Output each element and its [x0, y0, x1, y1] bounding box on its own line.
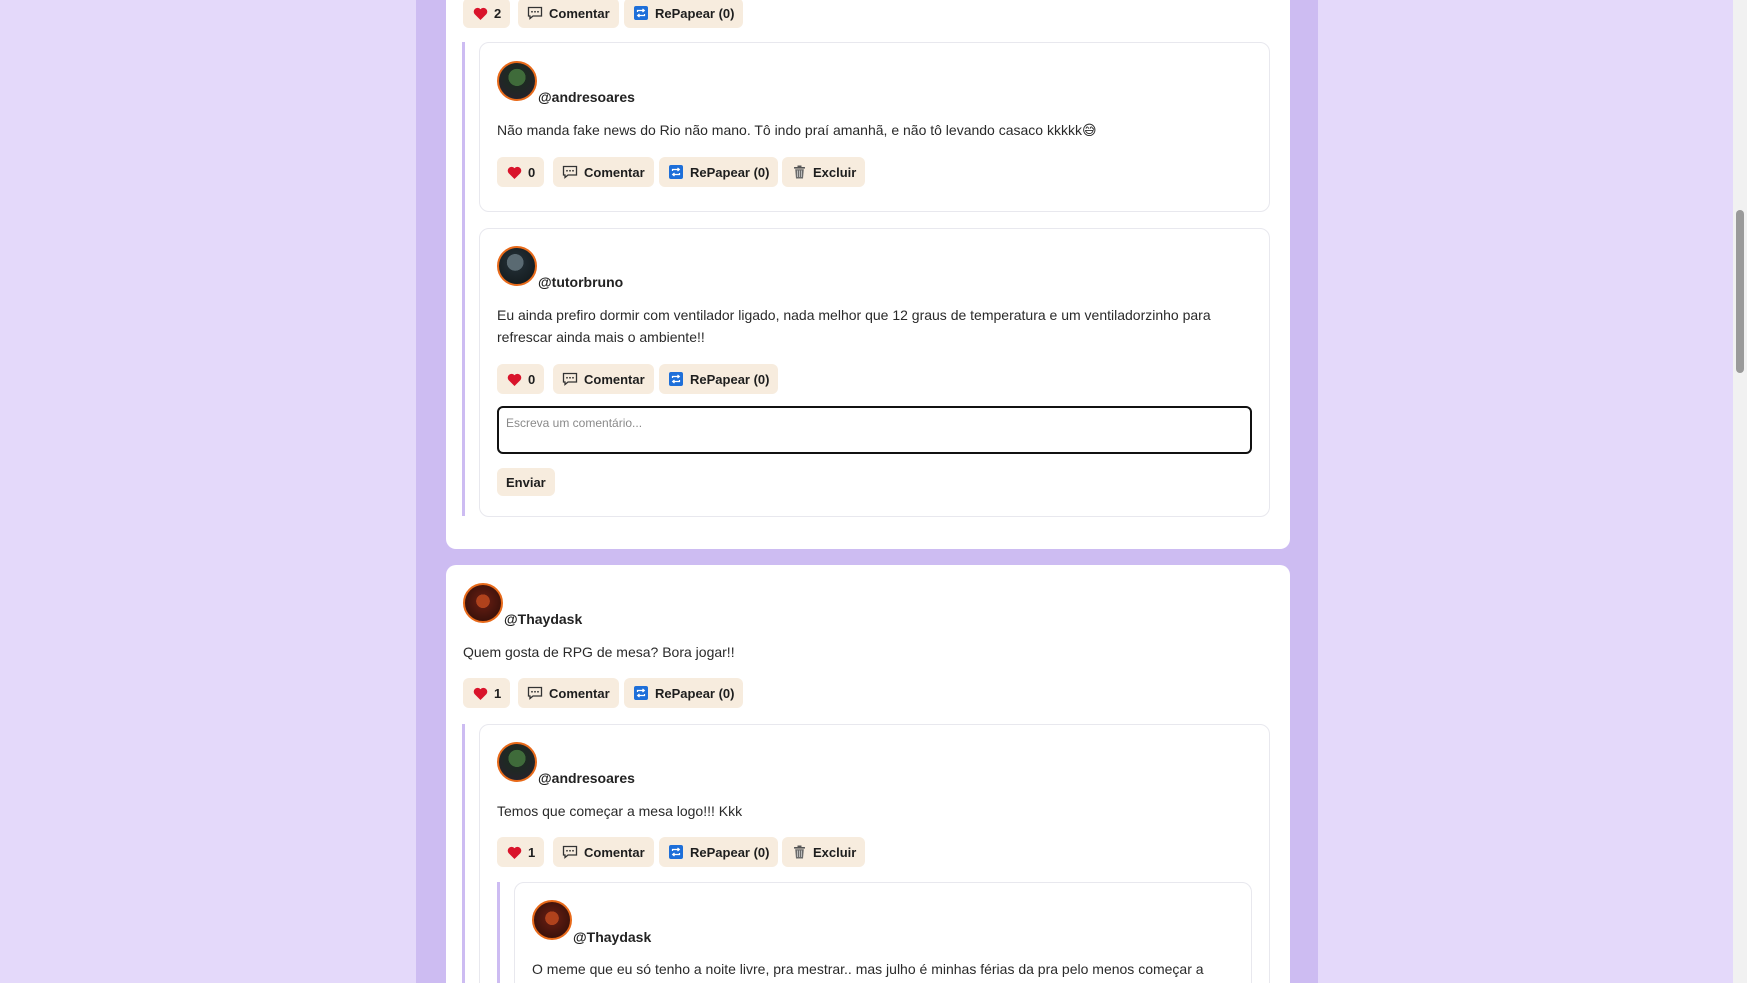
heart-icon	[472, 686, 488, 700]
comment-button[interactable]: Comentar	[518, 0, 619, 28]
trash-icon	[791, 845, 807, 859]
repaper-button[interactable]: RePapear (0)	[659, 837, 779, 867]
nested-reply-text: O meme que eu só tenho a noite livre, pr…	[532, 961, 1204, 977]
like-count: 0	[528, 164, 536, 180]
like-button[interactable]: 1	[497, 837, 545, 867]
comment-label: Comentar	[549, 685, 610, 701]
repost-icon	[668, 845, 684, 859]
thread-line	[462, 724, 465, 983]
comment-label: Comentar	[584, 164, 645, 180]
delete-label: Excluir	[813, 164, 857, 180]
like-button[interactable]: 1	[463, 678, 511, 708]
reply-text: Não manda fake news do Rio não mano. Tô …	[497, 122, 1097, 138]
heart-icon	[506, 372, 522, 386]
like-button[interactable]: 0	[497, 157, 545, 187]
trash-icon	[791, 165, 807, 179]
comment-button[interactable]: Comentar	[553, 837, 654, 867]
delete-label: Excluir	[813, 844, 857, 860]
speech-bubble-icon	[562, 165, 578, 179]
thread-line	[462, 42, 465, 516]
repaper-button[interactable]: RePapear (0)	[659, 157, 779, 187]
repost-icon	[668, 165, 684, 179]
repost-icon	[633, 6, 649, 20]
avatar[interactable]	[497, 742, 537, 782]
send-button[interactable]: Enviar	[497, 468, 555, 496]
delete-button[interactable]: Excluir	[782, 157, 866, 187]
repaper-button[interactable]: RePapear (0)	[624, 0, 744, 28]
speech-bubble-icon	[562, 372, 578, 386]
repaper-button[interactable]: RePapear (0)	[659, 364, 779, 394]
avatar[interactable]	[497, 246, 537, 286]
speech-bubble-icon	[527, 686, 543, 700]
delete-button[interactable]: Excluir	[782, 837, 866, 867]
like-count: 1	[494, 685, 502, 701]
repaper-label: RePapear (0)	[655, 685, 735, 701]
repaper-label: RePapear (0)	[690, 164, 770, 180]
reply-username[interactable]: @andresoares	[538, 89, 635, 105]
scrollbar[interactable]	[1733, 0, 1747, 983]
avatar[interactable]	[532, 900, 572, 940]
speech-bubble-icon	[562, 845, 578, 859]
post-username[interactable]: @Thaydask	[504, 611, 582, 627]
like-button[interactable]: 0	[497, 364, 545, 394]
repaper-label: RePapear (0)	[690, 371, 770, 387]
repaper-label: RePapear (0)	[655, 5, 735, 21]
reply-text: Eu ainda prefiro dormir com ventilador l…	[497, 307, 1211, 345]
like-count: 0	[528, 371, 536, 387]
thread-line	[497, 882, 500, 983]
comment-button[interactable]: Comentar	[553, 364, 654, 394]
comment-label: Comentar	[549, 5, 610, 21]
send-label: Enviar	[506, 474, 546, 490]
heart-icon	[506, 165, 522, 179]
repaper-label: RePapear (0)	[690, 844, 770, 860]
repost-icon	[633, 686, 649, 700]
nested-reply-username[interactable]: @Thaydask	[573, 929, 651, 945]
comment-label: Comentar	[584, 371, 645, 387]
avatar[interactable]	[497, 61, 537, 101]
heart-icon	[472, 6, 488, 20]
reply-text: Temos que começar a mesa logo!!! Kkk	[497, 803, 743, 819]
reply-username[interactable]: @andresoares	[538, 770, 635, 786]
repaper-button[interactable]: RePapear (0)	[624, 678, 744, 708]
comment-input[interactable]	[497, 406, 1252, 454]
comment-label: Comentar	[584, 844, 645, 860]
post-text: Quem gosta de RPG de mesa? Bora jogar!!	[463, 644, 735, 660]
comment-button[interactable]: Comentar	[518, 678, 619, 708]
comment-button[interactable]: Comentar	[553, 157, 654, 187]
like-button[interactable]: 2	[463, 0, 511, 28]
heart-icon	[506, 845, 522, 859]
avatar[interactable]	[463, 583, 503, 623]
like-count: 2	[494, 5, 502, 21]
reply-username[interactable]: @tutorbruno	[538, 274, 623, 290]
like-count: 1	[528, 844, 536, 860]
speech-bubble-icon	[527, 6, 543, 20]
repost-icon	[668, 372, 684, 386]
scrollbar-thumb[interactable]	[1736, 210, 1744, 373]
